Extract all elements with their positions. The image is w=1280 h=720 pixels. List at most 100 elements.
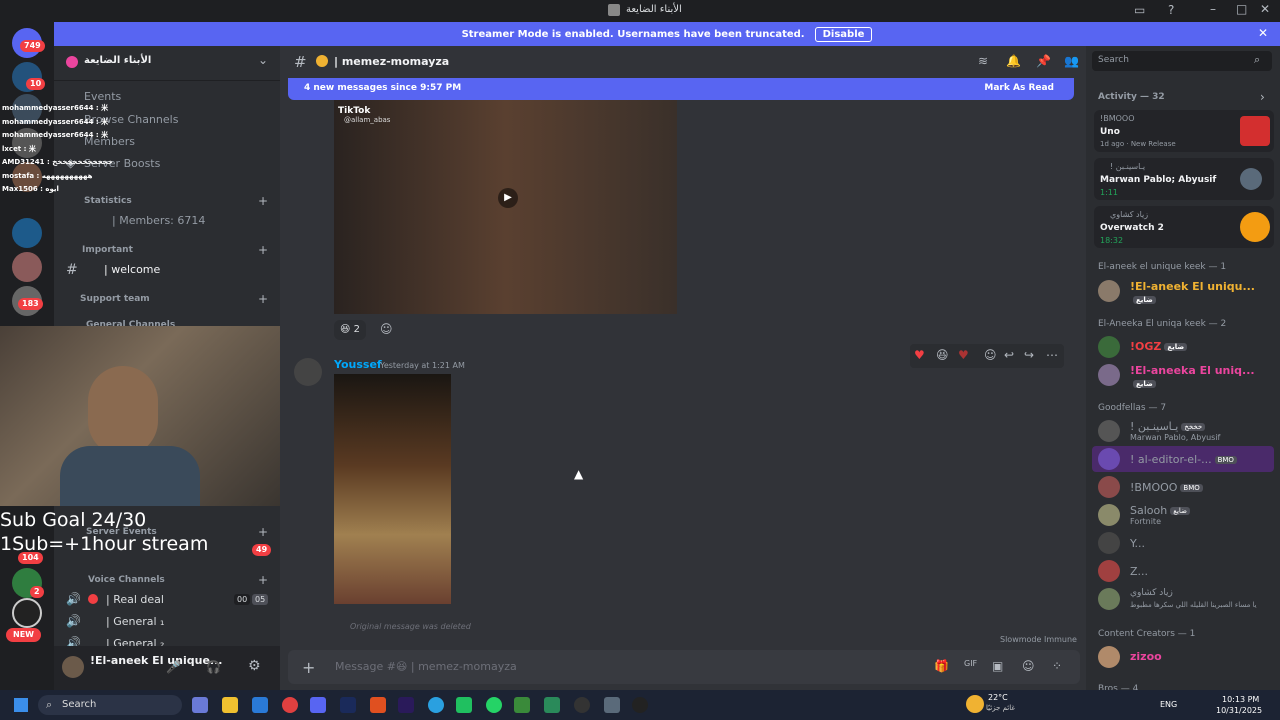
- author-name[interactable]: Youssef: [334, 358, 382, 371]
- new-messages-bar[interactable]: 4 new messages since 9:57 PM Mark As Rea…: [288, 78, 1074, 100]
- member-avatar[interactable]: [1098, 646, 1120, 668]
- member-name[interactable]: !El-aneek El uniqu...ضايع: [1130, 280, 1280, 306]
- search-box[interactable]: Search ⌕: [1092, 51, 1272, 71]
- member-avatar[interactable]: [1098, 364, 1120, 386]
- member-name[interactable]: ! al-editor-el-... BMO: [1130, 453, 1237, 466]
- server-icon[interactable]: [12, 218, 42, 248]
- minimize-icon[interactable]: –: [1210, 2, 1216, 16]
- maximize-icon[interactable]: □: [1236, 2, 1247, 16]
- heart-icon[interactable]: ♥: [914, 348, 925, 362]
- inbox-icon[interactable]: ▭: [1134, 3, 1145, 17]
- member-avatar[interactable]: [1098, 280, 1120, 302]
- member-avatar[interactable]: [1098, 420, 1120, 442]
- member-avatar[interactable]: [1098, 560, 1120, 582]
- activity-card[interactable]: ! يـاسينـبن Marwan Pablo; Abyusif 1:11: [1094, 158, 1274, 200]
- language-indicator[interactable]: ENG: [1160, 700, 1177, 709]
- emoji-picker-icon[interactable]: ☺: [1022, 659, 1035, 673]
- video-attachment[interactable]: TikTok @allam_abas ▶: [334, 100, 677, 314]
- whatsapp-icon[interactable]: [486, 697, 502, 713]
- member-name[interactable]: !El-aneeka El uniq...ضايع: [1130, 364, 1280, 390]
- headphones-icon[interactable]: 🎧: [206, 660, 221, 674]
- add-channel-icon[interactable]: +: [258, 194, 268, 208]
- minecraft-icon[interactable]: [514, 697, 530, 713]
- member-name[interactable]: Salooh ضايع: [1130, 504, 1190, 517]
- disable-button[interactable]: Disable: [814, 26, 873, 42]
- discord-icon[interactable]: [310, 697, 326, 713]
- apps-icon[interactable]: ⁘: [1052, 659, 1062, 673]
- close-window-icon[interactable]: ✕: [1260, 2, 1270, 16]
- member-avatar[interactable]: [1098, 504, 1120, 526]
- channel-real-deal[interactable]: | Real deal: [106, 593, 164, 606]
- add-channel-icon[interactable]: +: [258, 573, 268, 587]
- member-name[interactable]: Z...: [1130, 565, 1148, 578]
- mark-as-read-button[interactable]: Mark As Read: [984, 83, 1054, 93]
- gift-icon[interactable]: 🎁: [934, 659, 949, 673]
- microphone-icon[interactable]: 🎤: [166, 660, 181, 674]
- brave-icon[interactable]: [370, 697, 386, 713]
- member-name[interactable]: ! يـاسينـبن خخخخ: [1130, 420, 1206, 433]
- obs-icon[interactable]: [574, 697, 590, 713]
- broken-heart-icon[interactable]: ♥: [958, 348, 969, 362]
- sticker-icon[interactable]: ▣: [992, 659, 1003, 673]
- member-avatar[interactable]: [1098, 532, 1120, 554]
- category-voice[interactable]: Voice Channels: [88, 575, 165, 585]
- search-input[interactable]: Search: [1098, 55, 1129, 65]
- photoshop-icon[interactable]: [340, 697, 356, 713]
- channel-welcome[interactable]: | welcome: [104, 263, 160, 276]
- threads-icon[interactable]: ≋: [978, 54, 988, 68]
- server-icon[interactable]: [12, 252, 42, 282]
- member-avatar[interactable]: [1098, 476, 1120, 498]
- user-avatar[interactable]: [62, 656, 84, 678]
- chevron-right-icon[interactable]: ›: [1260, 90, 1265, 104]
- member-avatar[interactable]: [1098, 588, 1120, 610]
- telegram-icon[interactable]: [428, 697, 444, 713]
- video-attachment[interactable]: [334, 374, 451, 604]
- add-reaction-icon[interactable]: ☺: [380, 322, 393, 336]
- more-icon[interactable]: ⋯: [1046, 348, 1058, 362]
- message-input[interactable]: Message #😆 | memez-momayza: [335, 660, 517, 673]
- channel-general-1[interactable]: | General ₁: [106, 615, 164, 628]
- member-name[interactable]: !OGZ ضايع: [1130, 340, 1188, 353]
- channel-members[interactable]: | Members: 6714: [112, 214, 205, 227]
- windows-start-icon[interactable]: [14, 698, 28, 712]
- play-icon[interactable]: ▶: [498, 188, 518, 208]
- activity-card[interactable]: !BMOOO Uno 1d ago · New Release: [1094, 110, 1274, 152]
- pin-icon[interactable]: 📌: [1036, 54, 1051, 68]
- member-name[interactable]: !BMOOO BMO: [1130, 481, 1203, 494]
- app-icon[interactable]: [544, 697, 560, 713]
- taskbar-search-input[interactable]: Search: [62, 699, 96, 710]
- edge-icon[interactable]: [252, 697, 268, 713]
- laugh-emoji-icon[interactable]: 😆: [936, 348, 949, 362]
- search-box[interactable]: ⌕ Search: [38, 695, 182, 715]
- reaction[interactable]: 😆 2: [334, 320, 366, 340]
- add-reaction-icon[interactable]: ☺: [984, 348, 997, 362]
- server-icon[interactable]: [12, 598, 42, 628]
- category-statistics[interactable]: Statistics: [84, 196, 132, 206]
- member-avatar[interactable]: [1098, 336, 1120, 358]
- clock-time[interactable]: 10:13 PM: [1222, 695, 1259, 704]
- activity-card[interactable]: زياد كشاوي Overwatch 2 18:32: [1094, 206, 1274, 248]
- member-list-icon[interactable]: 👥: [1064, 54, 1079, 68]
- settings-icon[interactable]: ⚙: [248, 658, 261, 674]
- bell-icon[interactable]: 🔔: [1006, 54, 1021, 68]
- app-icon[interactable]: [456, 697, 472, 713]
- server-name[interactable]: الأبناء الضايعة: [84, 55, 151, 66]
- add-channel-icon[interactable]: +: [258, 292, 268, 306]
- add-channel-icon[interactable]: +: [258, 243, 268, 257]
- file-explorer-icon[interactable]: [222, 697, 238, 713]
- reply-icon[interactable]: ↩: [1004, 348, 1014, 362]
- member-name[interactable]: zizoo: [1130, 650, 1162, 663]
- chrome-icon[interactable]: [282, 697, 298, 713]
- teams-icon[interactable]: [192, 697, 208, 713]
- app-icon[interactable]: [604, 697, 620, 713]
- member-avatar[interactable]: [1098, 448, 1120, 470]
- add-attachment-icon[interactable]: +: [302, 658, 315, 677]
- premiere-icon[interactable]: [398, 697, 414, 713]
- help-icon[interactable]: ?: [1168, 3, 1174, 17]
- category-important[interactable]: Important: [82, 245, 133, 255]
- chevron-down-icon[interactable]: ⌄: [258, 53, 268, 67]
- weather-temp[interactable]: 22°C: [988, 693, 1008, 702]
- author-avatar[interactable]: [294, 358, 322, 386]
- forward-icon[interactable]: ↪: [1024, 348, 1034, 362]
- member-name[interactable]: Y...: [1130, 537, 1145, 550]
